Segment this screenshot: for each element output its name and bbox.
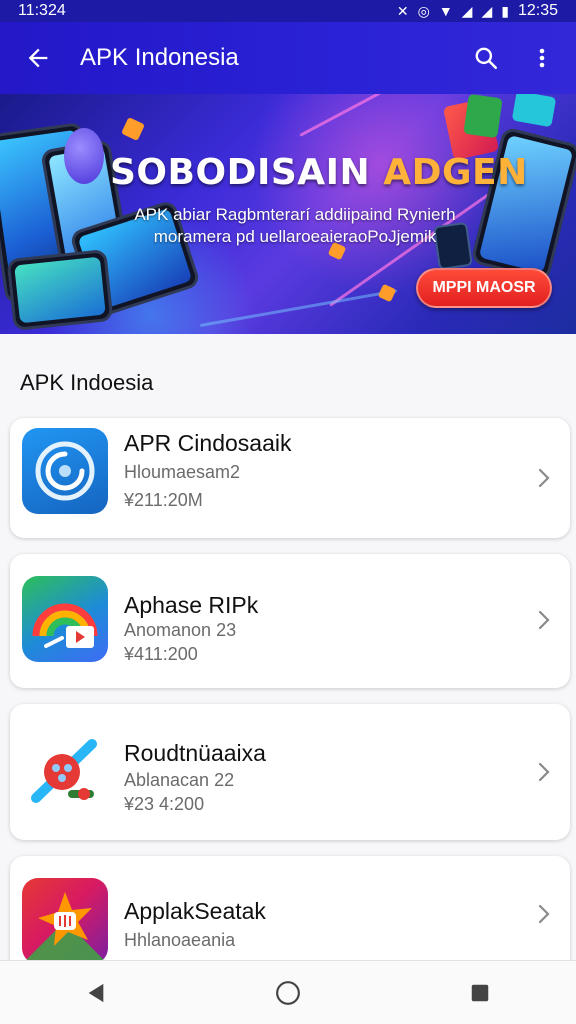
app-bar: APK Indonesia <box>0 22 576 94</box>
app-name: Roudtnüaaixa <box>124 740 266 766</box>
cube-illustration <box>121 117 145 141</box>
section-title: APK Indoesia <box>20 370 154 395</box>
recents-square-icon <box>471 984 489 1001</box>
nav-home-button[interactable] <box>258 963 318 1023</box>
arrow-left-icon <box>28 48 48 68</box>
app-size: ¥211:20M <box>124 490 203 510</box>
wifi-icon: ▼ <box>438 3 453 19</box>
status-bar: 11:324 ✕ ◎ ▼ ◢ ◢ ▮ 12:35 <box>0 0 576 22</box>
app-list-item[interactable]: Roudtnüaaixa Ablanacan 22 ¥23 4:200 <box>10 704 570 840</box>
back-triangle-icon <box>88 983 104 1002</box>
mute-icon: ✕ <box>396 2 409 19</box>
rainbow-video-app-icon <box>22 576 108 662</box>
banner-cta-button[interactable]: MPPI MAOSR <box>416 268 552 308</box>
search-button[interactable] <box>458 22 514 94</box>
chevron-right-icon <box>538 904 550 924</box>
search-icon <box>475 47 498 70</box>
chevron-right-icon <box>538 610 550 630</box>
app-developer: Hloumaesam2 <box>124 462 241 482</box>
sphere-illustration <box>64 128 104 184</box>
status-time-left: 11:324 <box>18 2 66 19</box>
app-list-item[interactable]: Aphase RIPk Anomanon 23 ¥411:200 <box>10 554 570 688</box>
back-button[interactable] <box>8 22 68 94</box>
card-illustration <box>511 94 557 128</box>
signal-icon-2: ◢ <box>481 2 493 19</box>
app-size: ¥411:200 <box>124 644 198 664</box>
rocket-app-icon <box>22 728 108 814</box>
hotspot-icon: ◎ <box>417 2 430 19</box>
swirl-app-icon <box>22 428 108 514</box>
app-name: Aphase RIPk <box>124 592 259 618</box>
app-developer: Ablanacan 22 <box>124 770 235 790</box>
app-list-item[interactable]: APR Cindosaaik Hloumaesam2 ¥211:20M <box>10 418 570 538</box>
chevron-right-icon <box>538 468 550 488</box>
chevron-right-icon <box>538 762 550 782</box>
app-list-section: APK Indoesia APR Cindosaaik Hloumaesam2 … <box>0 334 576 996</box>
battery-icon: ▮ <box>501 2 509 19</box>
home-circle-icon <box>276 980 300 1005</box>
phone-illustration <box>6 248 114 332</box>
banner-headline: SOBODISAIN ADGEN <box>110 152 528 193</box>
app-developer: Anomanon 23 <box>124 620 237 640</box>
star-burst-app-icon <box>22 878 108 964</box>
app-name: APR Cindosaaik <box>124 430 292 456</box>
more-options-button[interactable] <box>514 22 570 94</box>
app-name: ApplakSeatak <box>124 898 266 924</box>
promo-banner[interactable]: SOBODISAIN ADGEN AРK abiar Ragbmterarí a… <box>0 94 576 334</box>
app-developer: Hhlanoaeania <box>124 930 236 950</box>
banner-subtitle: AРK abiar Ragbmterarí addiipaind Rynierh… <box>134 205 456 246</box>
nav-back-button[interactable] <box>66 963 126 1023</box>
system-nav-bar <box>0 960 576 1024</box>
status-icons: ✕ ◎ ▼ ◢ ◢ ▮ 12:35 <box>397 2 558 20</box>
nav-recents-button[interactable] <box>450 963 510 1023</box>
signal-icon: ◢ <box>461 2 473 19</box>
status-time-right: 12:35 <box>517 2 558 19</box>
page-title: APK Indonesia <box>80 44 239 71</box>
app-size: ¥23 4:200 <box>124 794 205 814</box>
card-illustration <box>463 94 503 139</box>
more-vert-icon <box>539 48 545 68</box>
